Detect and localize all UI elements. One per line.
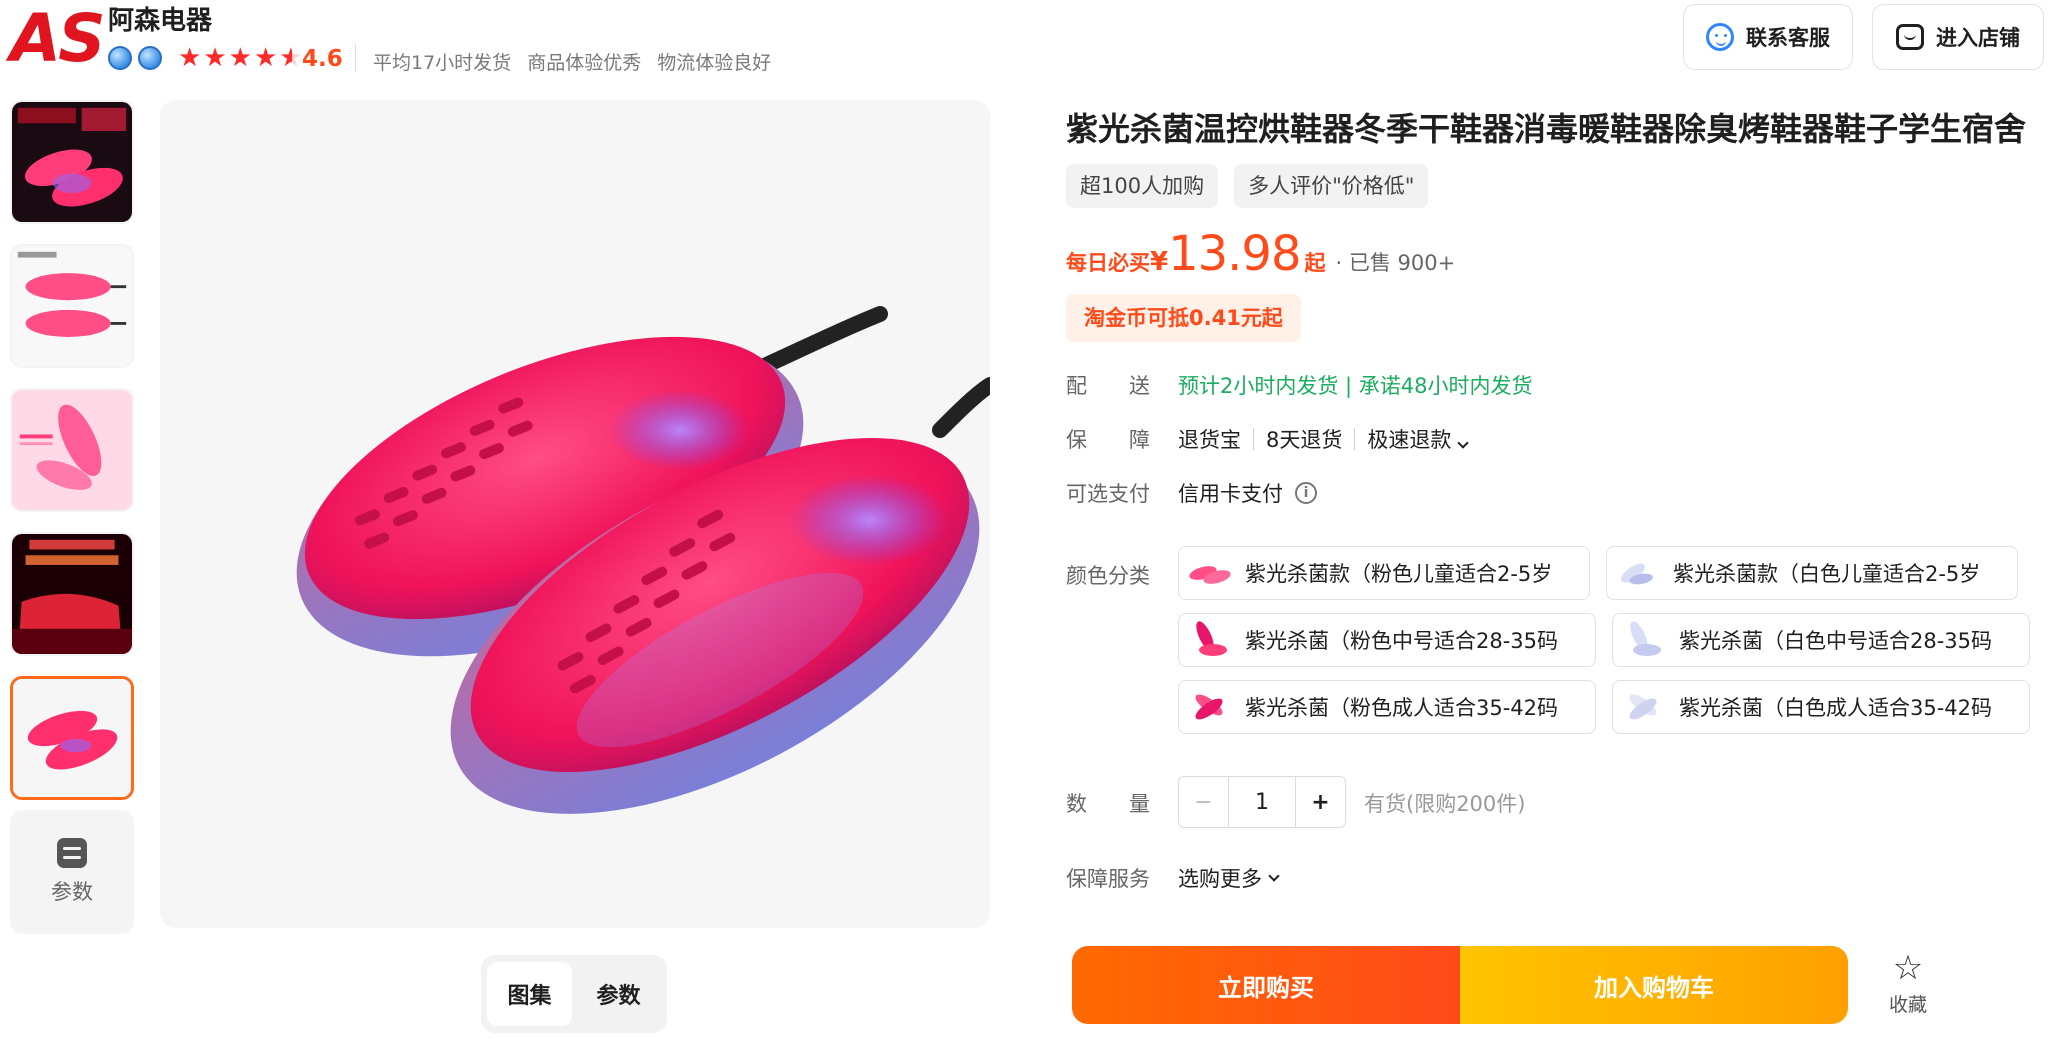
guarantee-label: 保障 (1066, 428, 1192, 452)
color-option-white-kids[interactable]: 紫光杀菌款（白色儿童适合2-5岁 (1606, 546, 2018, 600)
main-product-image[interactable] (160, 100, 990, 928)
star-icon: ★ (203, 43, 227, 73)
shop-tags: 平均17小时发货 商品体验优秀 物流体验良好 (373, 48, 771, 75)
diamond-badge-icon (108, 46, 132, 70)
add-to-cart-button[interactable]: 加入购物车 (1460, 946, 1848, 1024)
service-dropdown[interactable]: 选购更多 (1178, 863, 1280, 893)
contact-service-label: 联系客服 (1746, 26, 1830, 50)
thumbnail-5[interactable] (10, 676, 134, 800)
gallery-view-switch: 图集 参数 (481, 955, 667, 1033)
fast-refund-dropdown[interactable]: 极速退款 (1367, 424, 1470, 454)
buy-now-button[interactable]: 立即购买 (1072, 946, 1460, 1024)
thumbnail-3[interactable] (10, 388, 134, 512)
price-row: 每日必买 ¥ 13.98 起 · 已售 900+ (1066, 226, 1455, 282)
color-option-label: 紫光杀菌款（白色儿童适合2-5岁 (1673, 562, 1981, 586)
service-label: 保障服务 (1066, 867, 1150, 891)
star-icon: ★ (253, 43, 278, 73)
product-tag: 多人评价"价格低" (1234, 164, 1429, 208)
half-star-icon: ★ (279, 43, 303, 73)
pink-dryer-thumbnail-icon (1185, 551, 1233, 595)
payment-label: 可选支付 (1066, 482, 1150, 506)
color-option-label: 紫光杀菌（白色成人适合35-42码 (1679, 696, 1993, 720)
star-outline-icon: ☆ (1892, 948, 1924, 988)
price-currency: ¥ (1150, 247, 1169, 277)
quantity-stepper: − 1 + (1178, 776, 1346, 828)
shop-rating: 4.6 (302, 46, 343, 72)
thumbnail-4[interactable] (10, 532, 134, 656)
color-option-pink-kids[interactable]: 紫光杀菌款（粉色儿童适合2-5岁 (1178, 546, 1590, 600)
store-icon (1896, 24, 1924, 50)
enter-store-button[interactable]: 进入店铺 (1872, 4, 2044, 70)
tab-params[interactable]: 参数 (576, 962, 661, 1026)
payment-value: 信用卡支付 (1178, 482, 1283, 506)
favorite-label: 收藏 (1888, 994, 1927, 1016)
customer-service-icon (1706, 23, 1734, 51)
guarantee-item: 极速退款 (1367, 428, 1452, 452)
delivery-label: 配送 (1066, 374, 1192, 398)
color-label: 颜色分类 (1066, 564, 1150, 588)
color-option-label: 紫光杀菌（粉色成人适合35-42码 (1245, 696, 1559, 720)
color-option-pink-adult[interactable]: 紫光杀菌（粉色成人适合35-42码 (1178, 680, 1596, 734)
diamond-badge-icon (138, 46, 162, 70)
contact-service-button[interactable]: 联系客服 (1683, 4, 1853, 70)
params-thumbnail[interactable]: 参数 (10, 810, 134, 934)
divider (1253, 428, 1254, 450)
star-icon: ★ (228, 43, 252, 73)
color-option-label: 紫光杀菌（粉色中号适合28-35码 (1245, 629, 1559, 653)
guarantee-items: 退货宝 8天退货 极速退款 (1178, 424, 1470, 454)
rating-stars: ★ ★ ★ ★ ★ (178, 44, 303, 72)
price-suffix: 起 (1304, 251, 1326, 275)
price-amount: 13.98 (1168, 226, 1301, 282)
params-icon (57, 838, 87, 868)
pink-dryer-thumbnail-icon (1185, 685, 1233, 729)
quantity-label: 数量 (1066, 792, 1192, 816)
chevron-down-icon (1268, 869, 1280, 882)
pink-dryer-thumbnail-icon (1185, 618, 1233, 662)
chevron-down-icon (1457, 437, 1470, 449)
tab-gallery[interactable]: 图集 (487, 962, 572, 1026)
price-label: 每日必买 (1066, 251, 1150, 275)
enter-store-label: 进入店铺 (1936, 26, 2020, 50)
guarantee-item: 8天退货 (1266, 428, 1343, 452)
product-tags: 超100人加购 多人评价"价格低" (1066, 164, 1429, 208)
white-dryer-thumbnail-icon (1613, 551, 1661, 595)
service-value: 选购更多 (1178, 867, 1262, 891)
quantity-decrease-button[interactable]: − (1179, 777, 1229, 827)
color-option-pink-medium[interactable]: 紫光杀菌（粉色中号适合28-35码 (1178, 613, 1596, 667)
payment-value-row: 信用卡支付 i (1178, 478, 1317, 508)
delivery-value: 预计2小时内发货 | 承诺48小时内发货 (1178, 374, 1533, 398)
color-option-white-medium[interactable]: 紫光杀菌（白色中号适合28-35码 (1612, 613, 2030, 667)
product-title: 紫光杀菌温控烘鞋器冬季干鞋器消毒暖鞋器除臭烤鞋器鞋子学生宿舍 (1066, 110, 2027, 148)
quantity-input[interactable]: 1 (1229, 777, 1295, 827)
white-dryer-thumbnail-icon (1619, 618, 1667, 662)
info-icon[interactable]: i (1295, 482, 1317, 504)
guarantee-item: 退货宝 (1178, 428, 1241, 452)
product-tag: 超100人加购 (1066, 164, 1219, 208)
color-option-white-adult[interactable]: 紫光杀菌（白色成人适合35-42码 (1612, 680, 2030, 734)
stock-status: 有货(限购200件) (1364, 792, 1526, 816)
favorite-button[interactable]: ☆ 收藏 (1878, 950, 1938, 1017)
quantity-increase-button[interactable]: + (1295, 777, 1345, 827)
divider (1354, 428, 1356, 450)
shop-name[interactable]: 阿森电器 (108, 0, 212, 37)
star-icon: ★ (178, 43, 202, 73)
shop-tag: 商品体验优秀 (527, 52, 642, 74)
coin-discount-badge[interactable]: 淘金币可抵0.41元起 (1066, 294, 1301, 342)
sold-count: · 已售 900+ (1335, 251, 1456, 275)
white-dryer-thumbnail-icon (1619, 685, 1667, 729)
thumbnail-2[interactable] (10, 244, 134, 368)
color-option-label: 紫光杀菌款（粉色儿童适合2-5岁 (1245, 562, 1553, 586)
shop-logo[interactable]: AS (10, 6, 106, 72)
color-option-label: 紫光杀菌（白色中号适合28-35码 (1679, 629, 1993, 653)
thumbnail-1[interactable] (10, 100, 134, 224)
params-thumbnail-label: 参数 (51, 880, 93, 904)
shop-tag: 平均17小时发货 (373, 52, 512, 74)
shop-level-badges (108, 46, 162, 70)
divider (355, 44, 356, 72)
shop-tag: 物流体验良好 (657, 52, 772, 74)
